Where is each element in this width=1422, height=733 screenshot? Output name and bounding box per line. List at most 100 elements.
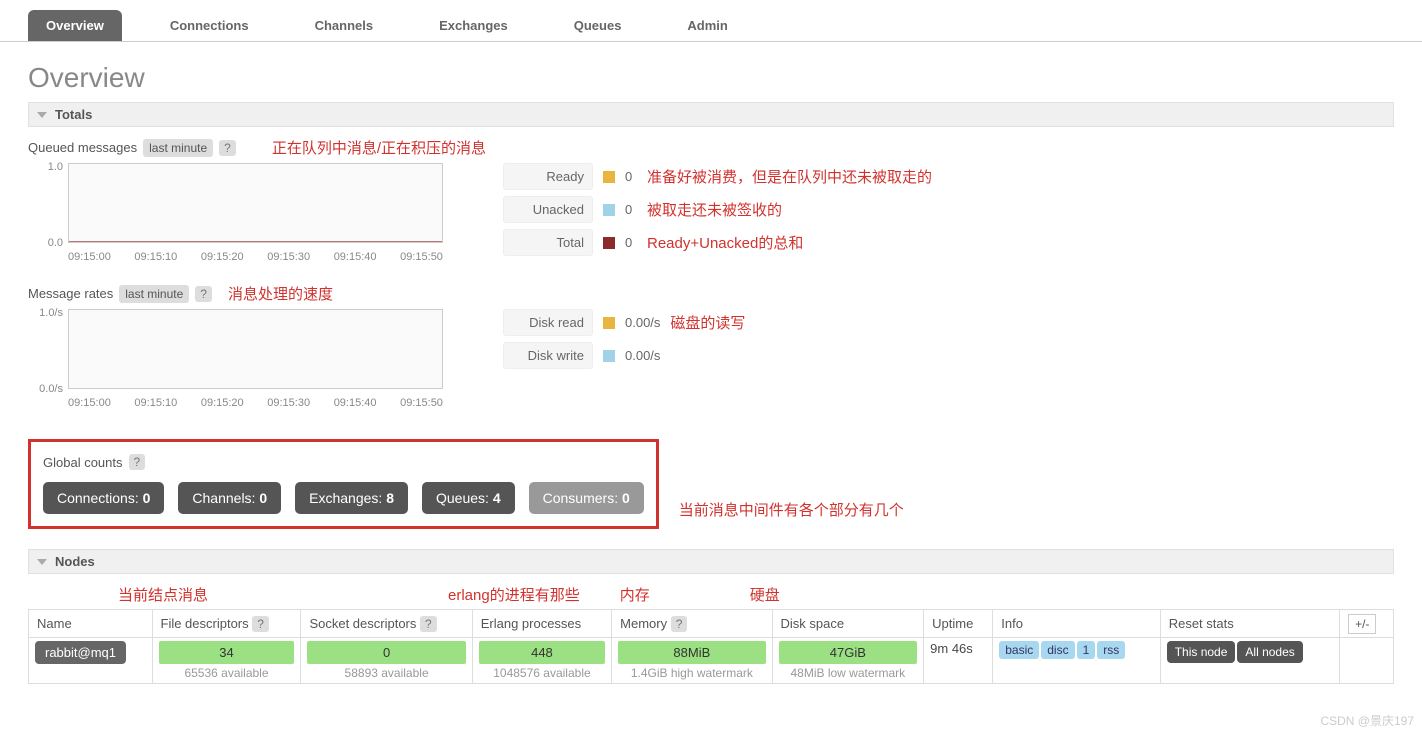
tab-channels[interactable]: Channels	[297, 10, 392, 41]
x-tick: 09:15:20	[201, 251, 244, 263]
count-queues[interactable]: Queues: 4	[422, 482, 515, 514]
legend-total[interactable]: Total	[503, 229, 593, 256]
legend-disk-read-annot: 磁盘的读写	[670, 312, 745, 333]
sd-bar: 0	[307, 641, 465, 664]
x-tick: 09:15:50	[400, 251, 443, 263]
info-1[interactable]: 1	[1077, 641, 1096, 659]
section-nodes-label: Nodes	[55, 554, 95, 569]
queued-range[interactable]: last minute	[143, 139, 213, 157]
ep-sub: 1048576 available	[479, 664, 605, 680]
x-tick: 09:15:40	[334, 397, 377, 409]
section-nodes[interactable]: Nodes	[28, 549, 1394, 574]
collapse-icon	[37, 559, 47, 565]
global-counts-box: Global counts ? Connections: 0 Channels:…	[28, 439, 659, 529]
tab-connections[interactable]: Connections	[152, 10, 267, 41]
swatch-icon	[603, 171, 615, 183]
collapse-icon	[37, 112, 47, 118]
x-tick: 09:15:30	[267, 397, 310, 409]
rates-title: Message rates	[28, 286, 113, 301]
legend-disk-read[interactable]: Disk read	[503, 309, 593, 336]
legend-unacked[interactable]: Unacked	[503, 196, 593, 223]
nodes-annot-2: erlang的进程有那些	[448, 584, 580, 605]
nodes-annot-3: 内存	[620, 584, 650, 605]
th-sd: Socket descriptors ?	[301, 610, 472, 638]
sd-help[interactable]: ?	[420, 616, 437, 632]
watermark: CSDN @景庆197	[1320, 712, 1414, 729]
swatch-icon	[603, 237, 615, 249]
tab-exchanges[interactable]: Exchanges	[421, 10, 526, 41]
queued-chart: 1.0 0.0 09:15:00 09:15:10 09:15:20 09:15…	[28, 163, 443, 263]
legend-ready-annot: 准备好被消费，但是在队列中还未被取走的	[647, 166, 932, 187]
disk-bar: 47GiB	[779, 641, 918, 664]
tab-overview[interactable]: Overview	[28, 10, 122, 41]
x-tick: 09:15:30	[267, 251, 310, 263]
legend-unacked-value: 0	[625, 202, 637, 217]
x-tick: 09:15:20	[201, 397, 244, 409]
mem-help[interactable]: ?	[671, 616, 688, 632]
mem-bar: 88MiB	[618, 641, 765, 664]
info-rss[interactable]: rss	[1097, 641, 1125, 659]
legend-disk-write[interactable]: Disk write	[503, 342, 593, 369]
queued-annotation: 正在队列中消息/正在积压的消息	[272, 137, 486, 158]
x-tick: 09:15:00	[68, 251, 111, 263]
info-basic[interactable]: basic	[999, 641, 1039, 659]
th-fd: File descriptors ?	[152, 610, 301, 638]
queued-title: Queued messages	[28, 140, 137, 155]
columns-toggle[interactable]: +/-	[1348, 614, 1376, 634]
global-title: Global counts	[43, 455, 123, 470]
legend-disk-write-value: 0.00/s	[625, 348, 660, 363]
fd-bar: 34	[159, 641, 295, 664]
tab-queues[interactable]: Queues	[556, 10, 640, 41]
th-uptime: Uptime	[924, 610, 993, 638]
rates-range[interactable]: last minute	[119, 285, 189, 303]
rates-chart: 1.0/s 0.0/s 09:15:00 09:15:10 09:15:20 0…	[28, 309, 443, 409]
rates-help[interactable]: ?	[195, 286, 212, 302]
swatch-icon	[603, 204, 615, 216]
uptime-value: 9m 46s	[924, 638, 993, 684]
x-tick: 09:15:10	[134, 397, 177, 409]
legend-disk-read-value: 0.00/s	[625, 315, 660, 330]
reset-all-nodes[interactable]: All nodes	[1237, 641, 1302, 663]
th-pm: +/-	[1340, 610, 1394, 638]
node-name[interactable]: rabbit@mq1	[35, 641, 126, 664]
x-tick: 09:15:40	[334, 251, 377, 263]
global-annot: 当前消息中间件有各个部分有几个	[679, 499, 904, 520]
th-name: Name	[29, 610, 153, 638]
legend-ready-value: 0	[625, 169, 637, 184]
table-row: rabbit@mq1 3465536 available 058893 avai…	[29, 638, 1394, 684]
rates-annotation: 消息处理的速度	[228, 283, 333, 304]
main-tabs: Overview Connections Channels Exchanges …	[0, 0, 1422, 42]
tab-admin[interactable]: Admin	[669, 10, 745, 41]
count-channels[interactable]: Channels: 0	[178, 482, 281, 514]
count-connections[interactable]: Connections: 0	[43, 482, 164, 514]
fd-help[interactable]: ?	[252, 616, 269, 632]
count-consumers[interactable]: Consumers: 0	[529, 482, 644, 514]
y-min: 0.0/s	[28, 383, 63, 395]
y-max: 1.0/s	[28, 307, 63, 319]
queued-legend: Ready 0 准备好被消费，但是在队列中还未被取走的 Unacked 0 被取…	[503, 163, 1023, 262]
y-max: 1.0	[28, 161, 63, 173]
queued-help[interactable]: ?	[219, 140, 236, 156]
x-tick: 09:15:10	[134, 251, 177, 263]
y-min: 0.0	[28, 237, 63, 249]
count-exchanges[interactable]: Exchanges: 8	[295, 482, 408, 514]
th-disk: Disk space	[772, 610, 924, 638]
legend-total-annot: Ready+Unacked的总和	[647, 232, 803, 253]
swatch-icon	[603, 317, 615, 329]
reset-this-node[interactable]: This node	[1167, 641, 1236, 663]
x-tick: 09:15:00	[68, 397, 111, 409]
x-tick: 09:15:50	[400, 397, 443, 409]
section-totals-label: Totals	[55, 107, 92, 122]
swatch-icon	[603, 350, 615, 362]
th-reset: Reset stats	[1160, 610, 1339, 638]
section-totals[interactable]: Totals	[28, 102, 1394, 127]
sd-sub: 58893 available	[307, 664, 465, 680]
disk-sub: 48MiB low watermark	[779, 664, 918, 680]
global-help[interactable]: ?	[129, 454, 146, 470]
info-disc[interactable]: disc	[1041, 641, 1074, 659]
th-ep: Erlang processes	[472, 610, 611, 638]
legend-ready[interactable]: Ready	[503, 163, 593, 190]
fd-sub: 65536 available	[159, 664, 295, 680]
nodes-annot-1: 当前结点消息	[118, 584, 208, 605]
legend-total-value: 0	[625, 235, 637, 250]
